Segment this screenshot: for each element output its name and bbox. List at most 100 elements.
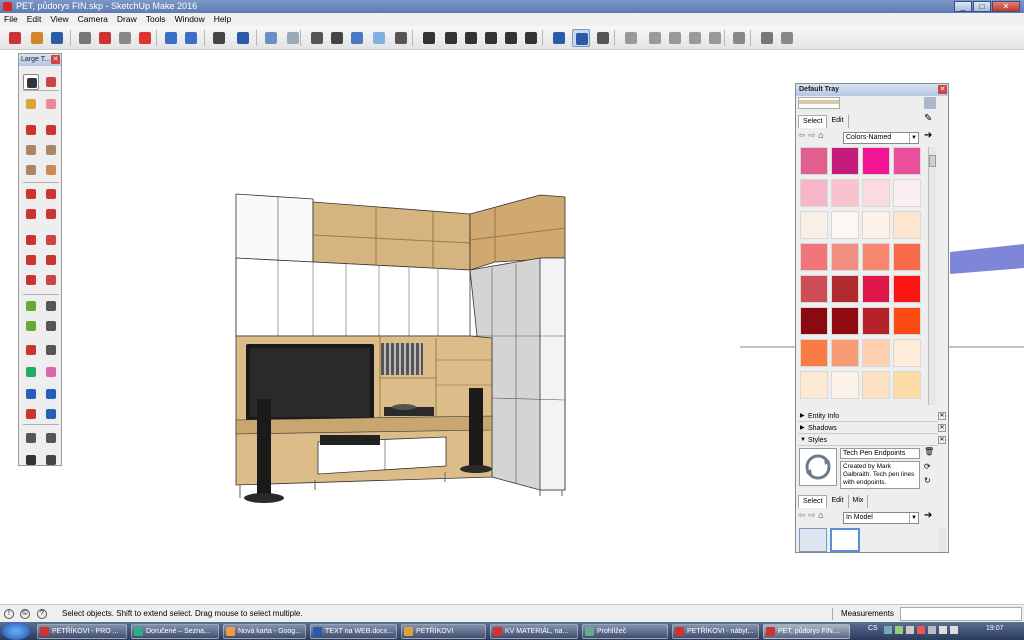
redo-icon[interactable] bbox=[182, 29, 200, 47]
home-icon[interactable]: ⌂ bbox=[818, 130, 823, 140]
back-view-icon[interactable] bbox=[482, 29, 500, 47]
clock[interactable]: 19:07 bbox=[986, 625, 1004, 632]
minimize-button[interactable]: _ bbox=[954, 1, 972, 12]
color-swatch[interactable] bbox=[862, 147, 890, 175]
color-swatch[interactable] bbox=[893, 179, 921, 207]
menu-help[interactable]: Help bbox=[214, 13, 231, 26]
color-swatch[interactable] bbox=[893, 371, 921, 399]
style-thumb-2[interactable] bbox=[830, 528, 860, 552]
left-view-icon[interactable] bbox=[502, 29, 520, 47]
axes-tool-icon[interactable] bbox=[23, 342, 39, 358]
color-swatch[interactable] bbox=[893, 243, 921, 271]
dimension-tool-icon[interactable] bbox=[43, 298, 59, 314]
color-swatch[interactable] bbox=[831, 307, 859, 335]
taskbar-item[interactable]: PET, půdorys FIN.... bbox=[763, 624, 850, 639]
menu-file[interactable]: File bbox=[4, 13, 18, 26]
color-swatch[interactable] bbox=[831, 371, 859, 399]
sandbox-icon[interactable] bbox=[594, 29, 612, 47]
menu-window[interactable]: Window bbox=[175, 13, 205, 26]
zoom-extents-tool-icon[interactable] bbox=[23, 406, 39, 422]
color-swatch[interactable] bbox=[862, 307, 890, 335]
sandbox-stamp-icon[interactable] bbox=[686, 29, 704, 47]
color-swatch[interactable] bbox=[800, 243, 828, 271]
sandbox-scratch-icon[interactable] bbox=[646, 29, 664, 47]
sandbox-drape-icon[interactable] bbox=[706, 29, 724, 47]
follow-me-tool-icon[interactable] bbox=[43, 252, 59, 268]
tab-materials-edit[interactable]: Edit bbox=[827, 115, 849, 128]
taskbar-item[interactable]: TEXT na WEB.docx... bbox=[310, 624, 397, 639]
polygon-tool-icon[interactable] bbox=[43, 162, 59, 178]
eraser-tool-icon[interactable] bbox=[43, 96, 59, 112]
pencil-tool-icon[interactable] bbox=[23, 122, 39, 138]
color-swatch[interactable] bbox=[800, 307, 828, 335]
warehouse-icon[interactable] bbox=[730, 29, 748, 47]
copy-icon[interactable] bbox=[116, 29, 134, 47]
erase-icon[interactable] bbox=[136, 29, 154, 47]
update-style-icon[interactable]: ⟳ bbox=[924, 462, 931, 471]
rotate-tool-icon[interactable] bbox=[23, 252, 39, 268]
cut-icon[interactable] bbox=[76, 29, 94, 47]
arc-tool-icon[interactable] bbox=[23, 186, 39, 202]
credits-icon[interactable]: © bbox=[20, 609, 30, 619]
get-started-icon[interactable] bbox=[6, 29, 24, 47]
pan-tool-icon[interactable] bbox=[43, 364, 59, 380]
style-description-field[interactable]: Created by Mark Galbraith. Tech pen line… bbox=[840, 461, 920, 489]
text-tool-icon[interactable] bbox=[43, 318, 59, 334]
measurements-field[interactable] bbox=[900, 607, 1022, 621]
taskbar-item[interactable]: PETŘÍKOVI - PRO ... bbox=[37, 624, 127, 639]
protractor-tool-icon[interactable] bbox=[23, 318, 39, 334]
move-tool-icon[interactable] bbox=[23, 232, 39, 248]
color-swatch[interactable] bbox=[831, 179, 859, 207]
help-icon[interactable]: ? bbox=[37, 609, 47, 619]
front-view-icon[interactable] bbox=[442, 29, 460, 47]
color-swatch[interactable] bbox=[800, 147, 828, 175]
menu-tools[interactable]: Tools bbox=[146, 13, 166, 26]
forward-arrow-icon[interactable]: ⇨ bbox=[808, 130, 816, 140]
home-icon[interactable]: ⌂ bbox=[818, 510, 823, 520]
forward-arrow-icon[interactable]: ⇨ bbox=[808, 510, 816, 520]
component-tool-icon[interactable] bbox=[43, 74, 59, 90]
volume-icon[interactable] bbox=[950, 626, 958, 634]
sandbox-smoove-icon[interactable] bbox=[666, 29, 684, 47]
tab-style-mix[interactable]: Mix bbox=[849, 495, 869, 508]
materials-library-dropdown[interactable]: Colors-Named ▼ bbox=[843, 132, 919, 144]
tray-icon[interactable] bbox=[906, 626, 914, 634]
shaded-icon[interactable] bbox=[348, 29, 366, 47]
right-view-icon[interactable] bbox=[462, 29, 480, 47]
walk-tool-icon[interactable] bbox=[23, 452, 39, 468]
color-swatch[interactable] bbox=[893, 307, 921, 335]
furniture-model[interactable] bbox=[235, 193, 566, 503]
tool-palette-close-icon[interactable]: ✕ bbox=[51, 55, 60, 64]
tab-style-select[interactable]: Select bbox=[798, 495, 828, 508]
color-swatch[interactable] bbox=[831, 211, 859, 239]
freehand-tool-icon[interactable] bbox=[43, 122, 59, 138]
2pt-arc-tool-icon[interactable] bbox=[23, 206, 39, 222]
color-swatch[interactable] bbox=[831, 275, 859, 303]
circle-tool-icon[interactable] bbox=[23, 162, 39, 178]
maximize-button[interactable]: □ bbox=[973, 1, 991, 12]
select-tool-icon[interactable] bbox=[23, 74, 39, 90]
pie-tool-icon[interactable] bbox=[43, 186, 59, 202]
shadows-panel-header[interactable]: ▶ Shadows ✕ bbox=[798, 423, 946, 434]
close-button[interactable]: ✕ bbox=[992, 1, 1020, 12]
pan-icon[interactable] bbox=[550, 29, 568, 47]
look-around-tool-icon[interactable] bbox=[43, 430, 59, 446]
rotated-rect-tool-icon[interactable] bbox=[43, 142, 59, 158]
model-info-icon[interactable] bbox=[234, 29, 252, 47]
swatch-scrollbar[interactable] bbox=[928, 147, 936, 405]
3pt-arc-tool-icon[interactable] bbox=[43, 206, 59, 222]
scale-tool-icon[interactable] bbox=[23, 272, 39, 288]
color-swatch[interactable] bbox=[831, 147, 859, 175]
details-arrow-icon[interactable]: ➔ bbox=[924, 130, 932, 141]
color-swatch[interactable] bbox=[893, 275, 921, 303]
xray-icon[interactable] bbox=[262, 29, 280, 47]
entity-info-panel-header[interactable]: ▶ Entity Info ✕ bbox=[798, 411, 946, 422]
color-swatch[interactable] bbox=[800, 211, 828, 239]
tray-icon[interactable] bbox=[917, 626, 925, 634]
taskbar-item[interactable]: Doručené – Sezna... bbox=[131, 624, 219, 639]
paint-icon[interactable] bbox=[96, 29, 114, 47]
network-icon[interactable] bbox=[939, 626, 947, 634]
zoom-window-tool-icon[interactable] bbox=[43, 386, 59, 402]
tray-icon[interactable] bbox=[895, 626, 903, 634]
panel-close-icon[interactable]: ✕ bbox=[938, 412, 946, 420]
